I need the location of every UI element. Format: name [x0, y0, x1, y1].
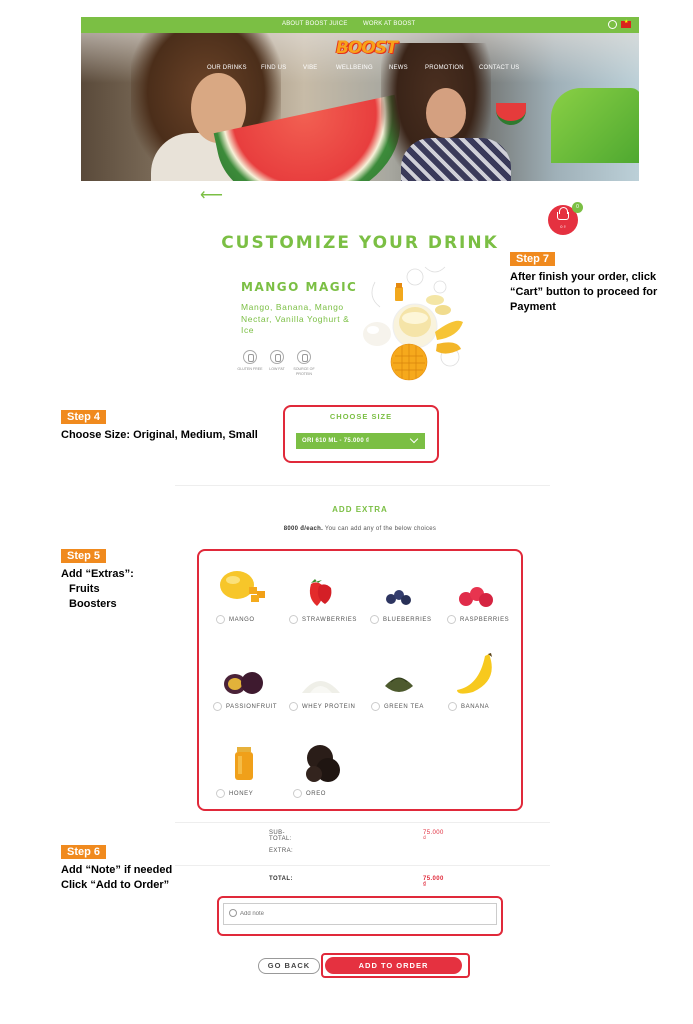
oreo-icon — [306, 745, 340, 782]
nav-contact-us[interactable]: CONTACT US — [479, 65, 519, 71]
mango-label: MANGO — [229, 617, 255, 623]
mango-icon — [220, 571, 265, 602]
protein-badge: SOURCE OF PROTEIN — [289, 350, 319, 376]
step-7-desc: After finish your order, click “Cart” bu… — [510, 270, 680, 315]
step-7-line: “Cart” button to proceed for — [510, 286, 658, 298]
low-fat-badge: LOW FAT — [262, 350, 292, 372]
subtotal-value: 75.000 ₫ — [423, 830, 444, 842]
about-link[interactable]: ABOUT BOOST JUICE — [282, 21, 348, 27]
step-7-line: After finish your order, click — [510, 271, 657, 283]
product-image — [363, 266, 463, 381]
raspberry-icon — [459, 587, 493, 607]
go-back-button[interactable]: GO BACK — [258, 958, 320, 974]
blueberries-label: BLUEBERRIES — [383, 617, 432, 623]
oreo-label: OREO — [306, 791, 327, 797]
add-to-order-button[interactable]: ADD TO ORDER — [325, 957, 462, 974]
total-label: TOTAL: — [269, 876, 293, 882]
gluten-free-icon — [243, 350, 257, 364]
green-tea-icon — [385, 677, 413, 692]
divider — [175, 822, 550, 823]
raspberries-radio[interactable] — [447, 615, 456, 624]
nav-our-drinks[interactable]: OUR DRINKS — [207, 65, 247, 71]
step-4-desc: Choose Size: Original, Medium, Small — [61, 429, 258, 441]
step-6-tag: Step 6 — [61, 845, 107, 859]
badge-label: GLUTEN FREE — [237, 367, 263, 371]
note-icon — [229, 909, 237, 917]
subtotal-label: SUB-TOTAL: — [269, 830, 292, 842]
passionfruit-label: PASSIONFRUIT — [226, 704, 278, 710]
banana-label: BANANA — [461, 704, 490, 710]
boost-logo[interactable]: BOOST — [336, 38, 398, 58]
mango-radio[interactable] — [216, 615, 225, 624]
back-arrow-icon[interactable]: ⟵ — [200, 185, 223, 205]
step-4-tag: Step 4 — [61, 410, 107, 424]
cart-button[interactable]: 0 ₫ 0 — [548, 202, 583, 235]
honey-radio[interactable] — [216, 789, 225, 798]
step-6-desc: Add “Note” if needed Click “Add to Order… — [61, 863, 211, 893]
blueberry-icon — [386, 590, 411, 605]
extra-label: EXTRA: — [269, 848, 294, 854]
top-bar: ABOUT BOOST JUICE WORK AT BOOST — [81, 17, 639, 33]
add-extra-title: ADD EXTRA — [332, 505, 388, 514]
extra-hint: You can add any of the below choices — [323, 526, 437, 532]
protein-icon — [297, 350, 311, 364]
step-5-desc: Add “Extras”: Fruits Boosters — [61, 567, 181, 612]
blueberries-radio[interactable] — [370, 615, 379, 624]
green-tea-radio[interactable] — [371, 702, 380, 711]
size-select[interactable]: ORI 610 ML - 75.000 ₫ — [296, 433, 425, 449]
honey-label: HONEY — [229, 791, 254, 797]
chevron-down-icon — [409, 434, 419, 444]
nav-vibe[interactable]: VIBE — [303, 65, 317, 71]
note-input[interactable] — [223, 903, 497, 925]
step-6-line: Add “Note” if needed — [61, 864, 173, 876]
step-7-tag: Step 7 — [510, 252, 556, 266]
choose-size-label: CHOOSE SIZE — [329, 412, 393, 421]
whey-protein-icon — [302, 681, 340, 693]
step-5-line: Boosters — [69, 598, 117, 610]
divider — [175, 865, 550, 866]
low-fat-icon — [270, 350, 284, 364]
basket-icon — [557, 207, 569, 220]
step-6-line: Click “Add to Order” — [61, 879, 170, 891]
nav-news[interactable]: NEWS — [389, 65, 408, 71]
extra-price: 8000 đ/each. — [283, 526, 324, 532]
strawberries-label: STRAWBERRIES — [302, 617, 357, 623]
globe-icon[interactable] — [608, 20, 617, 29]
nav-promotion[interactable]: PROMOTION — [425, 65, 464, 71]
whey-protein-radio[interactable] — [289, 702, 298, 711]
nav-wellbeing[interactable]: WELLBEING — [336, 65, 373, 71]
divider — [175, 485, 550, 486]
passionfruit-radio[interactable] — [213, 702, 222, 711]
passionfruit-icon — [224, 672, 263, 694]
total-value: 75.000 ₫ — [423, 876, 444, 888]
green-tea-label: GREEN TEA — [384, 704, 424, 710]
vn-flag-icon[interactable] — [621, 19, 631, 28]
page-title: CUSTOMIZE YOUR DRINK — [221, 233, 499, 253]
whey-protein-label: WHEY PROTEIN — [302, 704, 356, 710]
banana-icon — [457, 653, 492, 694]
strawberry-icon — [309, 579, 332, 606]
work-link[interactable]: WORK AT BOOST — [363, 21, 415, 27]
badge-label: SOURCE OF PROTEIN — [293, 367, 315, 376]
raspberries-label: RASPBERRIES — [460, 617, 510, 623]
cart-amount: 0 ₫ — [560, 224, 566, 229]
oreo-radio[interactable] — [293, 789, 302, 798]
cart-count-badge: 0 — [572, 202, 583, 213]
step-7-line: Payment — [510, 301, 556, 313]
honey-icon — [235, 747, 253, 780]
banana-radio[interactable] — [448, 702, 457, 711]
product-description: Mango, Banana, Mango Nectar, Vanilla Yog… — [241, 302, 350, 335]
strawberries-radio[interactable] — [289, 615, 298, 624]
nav-find-us[interactable]: FIND US — [261, 65, 286, 71]
gluten-free-badge: GLUTEN FREE — [235, 350, 265, 372]
badge-label: LOW FAT — [269, 367, 285, 371]
add-extra-subtitle: 8000 đ/each. You can add any of the belo… — [200, 526, 520, 532]
step-5-line: Add “Extras”: — [61, 568, 134, 580]
step-5-tag: Step 5 — [61, 549, 107, 563]
step-5-line: Fruits — [69, 583, 100, 595]
size-selected-value: ORI 610 ML - 75.000 ₫ — [302, 438, 370, 444]
product-name: MANGO MAGIC — [241, 280, 358, 294]
